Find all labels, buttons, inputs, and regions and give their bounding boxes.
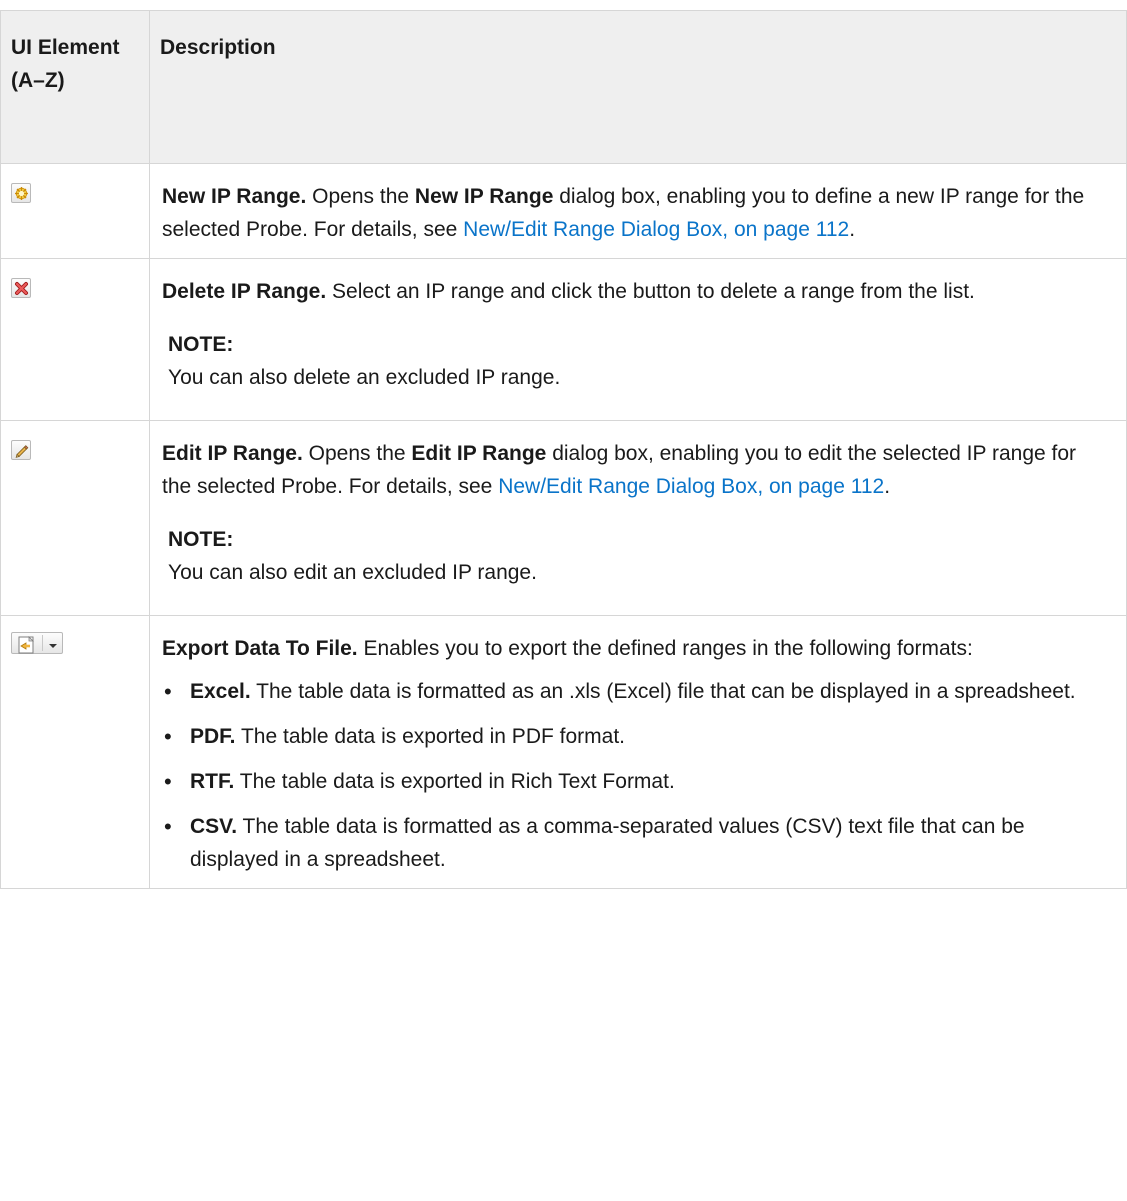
format-text: The table data is formatted as a comma-s… [190, 815, 1025, 871]
edit-range-title: Edit IP Range. [162, 442, 303, 465]
dialog-name: New IP Range [414, 185, 554, 208]
note-block: NOTE: You can also edit an excluded IP r… [168, 523, 1096, 589]
bullet-icon: • [164, 769, 172, 794]
description-cell: Edit IP Range. Opens the Edit IP Range d… [149, 420, 1127, 616]
export-format-list: • Excel. The table data is formatted as a… [162, 675, 1096, 876]
desc-text: Select an IP range and click the button … [326, 280, 975, 303]
format-label: PDF. [190, 725, 236, 748]
new-star-icon [11, 183, 31, 203]
new-range-title: New IP Range. [162, 185, 307, 208]
header-description: Description [149, 10, 1127, 164]
note-block: NOTE: You can also delete an excluded IP… [168, 328, 1096, 394]
desc-text: Opens the [302, 442, 412, 465]
new-edit-range-link[interactable]: New/Edit Range Dialog Box, on page 112 [463, 218, 849, 241]
list-item: • CSV. The table data is formatted as a c… [162, 810, 1096, 876]
description-cell: New IP Range. Opens the New IP Range dia… [149, 163, 1127, 259]
table-row: Delete IP Range. Select an IP range and … [0, 258, 1127, 421]
ui-element-cell [0, 615, 150, 889]
desc-text: . [849, 218, 856, 241]
delete-range-description: Delete IP Range. Select an IP range and … [162, 275, 1096, 308]
note-title: NOTE: [168, 528, 234, 551]
list-item: • PDF. The table data is exported in PDF … [162, 720, 1096, 753]
header-ui-element: UI Element (A–Z) [0, 10, 150, 164]
format-label: CSV. [190, 815, 238, 838]
description-cell: Delete IP Range. Select an IP range and … [149, 258, 1127, 421]
export-title: Export Data To File. [162, 637, 358, 660]
table-row: New IP Range. Opens the New IP Range dia… [0, 163, 1127, 259]
bullet-icon: • [164, 814, 172, 839]
export-description: Export Data To File. Enables you to expo… [162, 632, 1096, 665]
bullet-icon: • [164, 724, 172, 749]
ui-element-cell [0, 163, 150, 259]
export-file-icon [11, 632, 63, 654]
format-text: The table data is formatted as an .xls (… [250, 680, 1076, 703]
table-header-row: UI Element (A–Z) Description [0, 10, 1127, 164]
note-text: You can also delete an excluded IP range… [168, 366, 561, 389]
ui-element-cell [0, 420, 150, 616]
bullet-icon: • [164, 679, 172, 704]
dialog-name: Edit IP Range [411, 442, 547, 465]
split-separator [42, 635, 43, 651]
note-text: You can also edit an excluded IP range. [168, 561, 537, 584]
desc-text: . [884, 475, 891, 498]
table-row: Edit IP Range. Opens the Edit IP Range d… [0, 420, 1127, 616]
list-item: • RTF. The table data is exported in Rich… [162, 765, 1096, 798]
edit-range-description: Edit IP Range. Opens the Edit IP Range d… [162, 437, 1096, 503]
delete-x-icon [11, 278, 31, 298]
format-text: The table data is exported in PDF format… [235, 725, 625, 748]
format-label: Excel. [190, 680, 251, 703]
note-title: NOTE: [168, 333, 234, 356]
ui-element-cell [0, 258, 150, 421]
table-row: Export Data To File. Enables you to expo… [0, 615, 1127, 889]
delete-range-title: Delete IP Range. [162, 280, 327, 303]
edit-pencil-icon [11, 440, 31, 460]
desc-text: Enables you to export the defined ranges… [357, 637, 973, 660]
list-item: • Excel. The table data is formatted as a… [162, 675, 1096, 708]
new-range-description: New IP Range. Opens the New IP Range dia… [162, 180, 1096, 246]
new-edit-range-link[interactable]: New/Edit Range Dialog Box, on page 112 [498, 475, 884, 498]
desc-text: Opens the [306, 185, 415, 208]
format-label: RTF. [190, 770, 235, 793]
ui-element-table: UI Element (A–Z) Description New IP Rang… [0, 10, 1127, 889]
description-cell: Export Data To File. Enables you to expo… [149, 615, 1127, 889]
format-text: The table data is exported in Rich Text … [234, 770, 675, 793]
